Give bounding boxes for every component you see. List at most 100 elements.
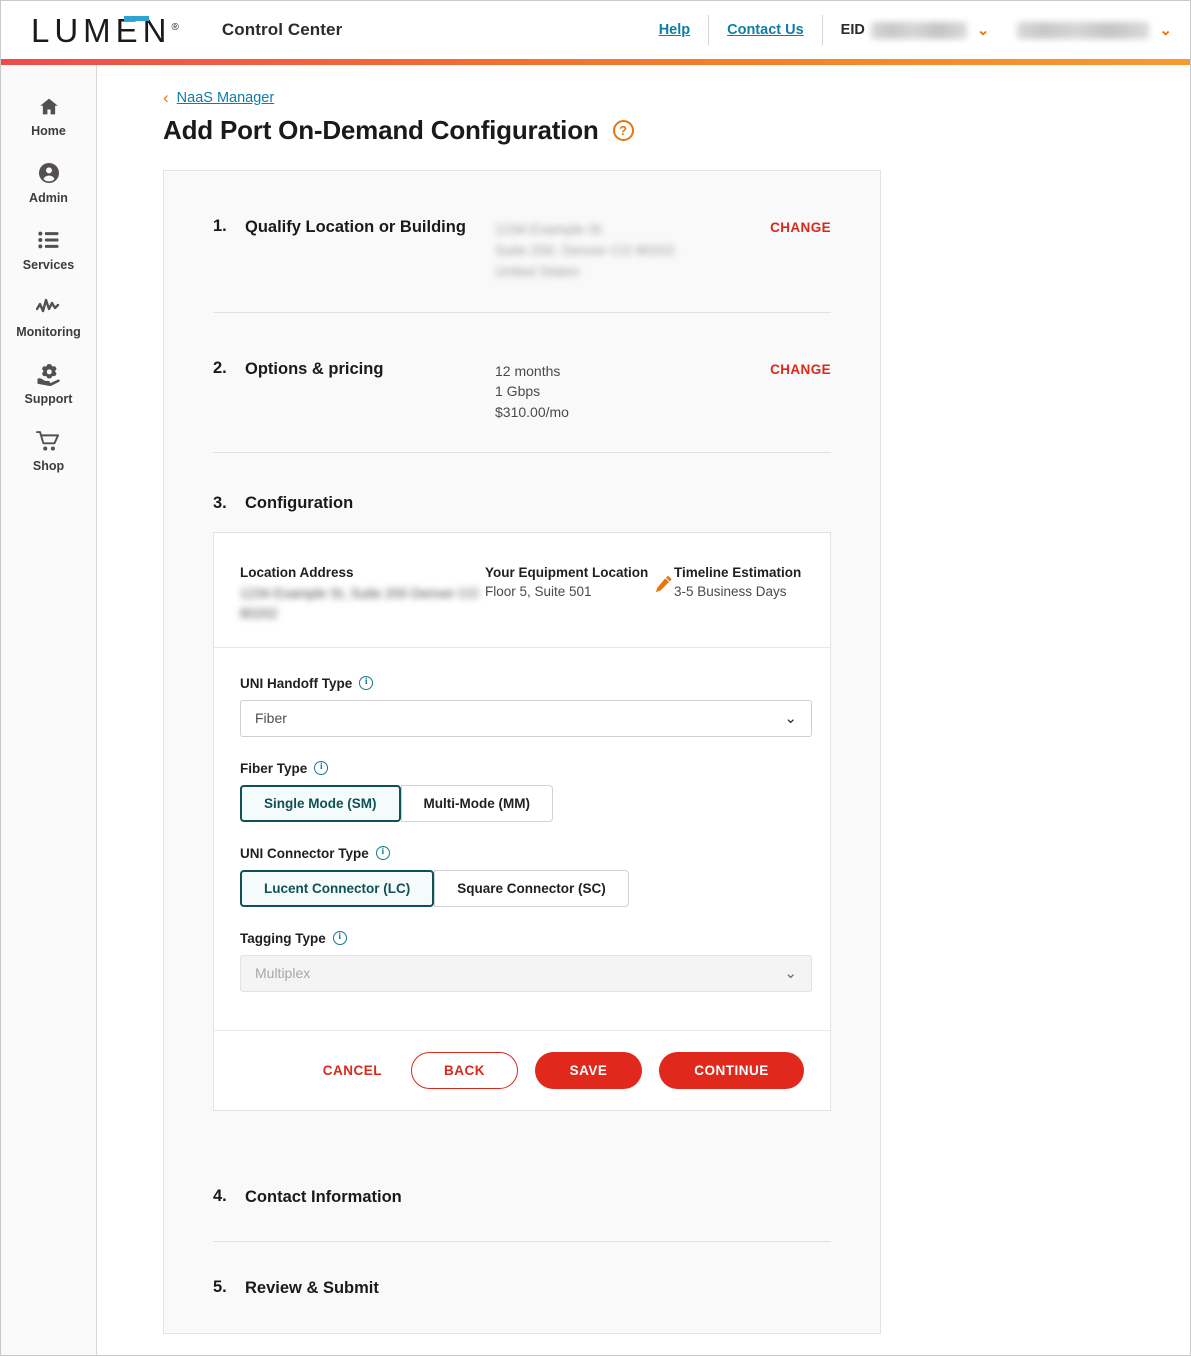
app-title: Control Center <box>221 20 343 39</box>
left-sidebar: Home Admin Services Monitoring Support S… <box>1 65 97 1355</box>
sidebar-item-label: Support <box>24 392 73 406</box>
sidebar-item-label: Home <box>31 124 66 138</box>
info-icon[interactable]: i <box>332 931 347 946</box>
breadcrumb-link-naas-manager[interactable]: NaaS Manager <box>177 90 275 106</box>
tagging-type-label-row: Tagging Type i <box>240 931 804 946</box>
logo-accent-bar <box>124 15 149 21</box>
location-address-value: 1234 Example St, Suite 200 Denver CO 802… <box>240 584 485 625</box>
activity-icon <box>35 294 62 320</box>
sidebar-item-label: Services <box>22 258 75 272</box>
sidebar-item-support[interactable]: Support <box>1 349 96 416</box>
step-number: 2. <box>213 359 227 377</box>
step-options-pricing: 2. Options & pricing 12 months 1 Gbps $3… <box>213 313 831 453</box>
logo-text: LUMEN <box>31 11 172 49</box>
field-tagging-type: Tagging Type i Multiplex ⌄ <box>240 931 812 992</box>
timeline-label: Timeline Estimation <box>674 564 802 580</box>
account-value-redacted <box>1017 21 1150 39</box>
cart-icon <box>36 428 61 454</box>
sidebar-item-shop[interactable]: Shop <box>1 416 96 483</box>
info-icon[interactable]: i <box>375 846 390 861</box>
eid-value-redacted <box>870 21 967 39</box>
address-line: 1234 Example St <box>495 221 602 237</box>
uni-handoff-type-select[interactable]: Fiber ⌄ <box>240 699 812 737</box>
eid-selector[interactable]: EID ⌄ <box>823 21 1000 39</box>
pencil-icon[interactable] <box>655 563 674 625</box>
main-content: ‹ NaaS Manager Add Port On-Demand Config… <box>97 65 1190 1355</box>
step-qualify-location: 1. Qualify Location or Building 1234 Exa… <box>213 171 831 313</box>
tagging-type-select[interactable]: Multiplex ⌄ <box>240 954 812 992</box>
field-label: Fiber Type <box>240 760 308 776</box>
sidebar-item-home[interactable]: Home <box>1 81 96 148</box>
header-right-group: Help Contact Us EID ⌄ ⌄ <box>641 1 1190 59</box>
uni-connector-option-square[interactable]: Square Connector (SC) <box>434 869 629 907</box>
change-button-step-two[interactable]: CHANGE <box>770 359 831 377</box>
top-header: LUMEN® Control Center Help Contact Us EI… <box>1 1 1190 59</box>
fiber-type-label-row: Fiber Type i <box>240 761 804 776</box>
chevron-down-icon: ⌄ <box>784 965 797 983</box>
chevron-left-icon: ‹ <box>163 88 169 107</box>
app-window: LUMEN® Control Center Help Contact Us EI… <box>0 0 1191 1356</box>
pricing-cost: $310.00/mo <box>495 403 569 420</box>
step-number: 5. <box>213 1278 227 1297</box>
location-address-block: Location Address 1234 Example St, Suite … <box>240 563 485 625</box>
uni-handoff-type-label-row: UNI Handoff Type i <box>240 676 804 691</box>
account-selector[interactable]: ⌄ <box>999 21 1176 39</box>
field-fiber-type: Fiber Type i Single Mode (SM) Multi-Mode… <box>240 761 804 822</box>
fiber-type-toggle-group: Single Mode (SM) Multi-Mode (MM) <box>240 784 553 822</box>
sidebar-item-label: Admin <box>29 191 68 205</box>
cancel-button[interactable]: CANCEL <box>311 1052 394 1089</box>
select-value: Multiplex <box>255 965 311 982</box>
step-two-details: 12 months 1 Gbps $310.00/mo <box>495 359 770 422</box>
back-button[interactable]: BACK <box>411 1051 518 1089</box>
pricing-term: 12 months <box>495 363 561 379</box>
help-link[interactable]: Help <box>641 22 708 38</box>
address-line: 1234 Example St, Suite 200 <box>240 586 408 602</box>
field-uni-handoff-type: UNI Handoff Type i Fiber ⌄ <box>240 676 812 737</box>
logo-registered-mark: ® <box>171 21 179 33</box>
lumen-logo[interactable]: LUMEN® <box>31 14 179 47</box>
configuration-form: UNI Handoff Type i Fiber ⌄ Fiber Type i … <box>214 648 830 1030</box>
chevron-down-icon: ⌄ <box>1159 22 1172 39</box>
step-number: 4. <box>213 1186 227 1205</box>
info-icon[interactable]: i <box>314 761 329 776</box>
contact-us-link[interactable]: Contact Us <box>709 22 822 38</box>
step-title: Qualify Location or Building <box>245 218 466 236</box>
address-line: Suite 200, Denver CO 80202 <box>495 242 675 258</box>
form-actions: CANCEL BACK SAVE CONTINUE <box>214 1029 830 1110</box>
step-number: 3. <box>213 493 227 512</box>
page-title-row: Add Port On-Demand Configuration ? <box>163 115 1190 146</box>
sidebar-item-label: Shop <box>32 459 65 473</box>
pricing-bandwidth: 1 Gbps <box>495 383 541 400</box>
equipment-location-block: Your Equipment Location Floor 5, Suite 5… <box>485 563 655 625</box>
step-configuration-header: 3. Configuration <box>213 453 831 532</box>
fiber-type-option-single-mode[interactable]: Single Mode (SM) <box>240 784 401 822</box>
steps-container: 1. Qualify Location or Building 1234 Exa… <box>163 170 881 1334</box>
info-icon[interactable]: i <box>359 676 374 691</box>
step-title: Review & Submit <box>245 1279 379 1298</box>
step-contact-information[interactable]: 4. Contact Information <box>213 1151 831 1243</box>
uni-connector-type-label-row: UNI Connector Type i <box>240 846 804 861</box>
equipment-location-label: Your Equipment Location <box>485 564 649 580</box>
help-icon[interactable]: ? <box>612 120 634 141</box>
continue-button[interactable]: CONTINUE <box>659 1051 804 1089</box>
step-review-submit[interactable]: 5. Review & Submit <box>213 1242 831 1333</box>
location-address-label: Location Address <box>240 564 354 580</box>
chevron-down-icon: ⌄ <box>784 710 797 728</box>
list-icon <box>37 227 60 253</box>
sidebar-item-admin[interactable]: Admin <box>1 148 96 215</box>
change-button-step-one[interactable]: CHANGE <box>770 217 831 235</box>
sidebar-item-monitoring[interactable]: Monitoring <box>1 282 96 349</box>
uni-connector-option-lucent[interactable]: Lucent Connector (LC) <box>240 869 435 907</box>
sidebar-item-label: Monitoring <box>16 325 81 339</box>
fiber-type-option-multi-mode[interactable]: Multi-Mode (MM) <box>400 784 553 822</box>
sidebar-item-services[interactable]: Services <box>1 215 96 282</box>
page-title: Add Port On-Demand Configuration <box>163 115 599 145</box>
eid-label: EID <box>840 22 865 38</box>
breadcrumb[interactable]: ‹ NaaS Manager <box>163 89 1190 106</box>
support-hand-icon <box>36 361 61 387</box>
equipment-location-value: Floor 5, Suite 501 <box>485 584 592 600</box>
field-label: UNI Connector Type <box>240 845 369 861</box>
step-one-address: 1234 Example St Suite 200, Denver CO 802… <box>495 217 770 282</box>
save-button[interactable]: SAVE <box>535 1051 642 1089</box>
address-line: United States <box>495 263 580 279</box>
